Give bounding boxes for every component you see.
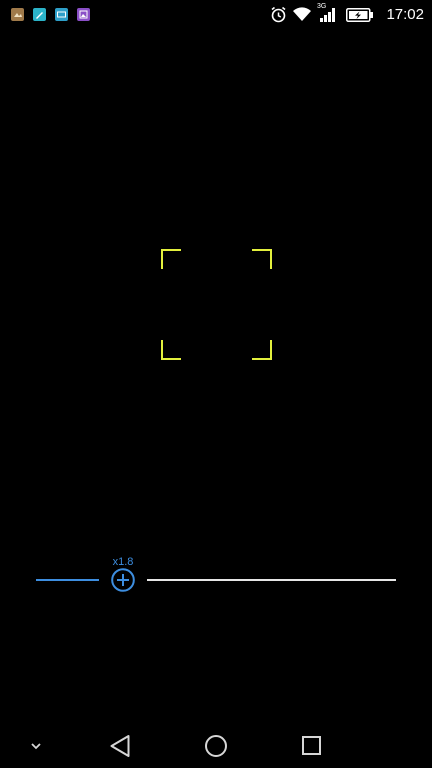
- recents-icon: [302, 736, 321, 755]
- zoom-track-filled: [36, 579, 99, 581]
- photo-app-icon: [11, 8, 24, 21]
- keyboard-app-icon: [55, 8, 68, 21]
- zoom-slider[interactable]: x1.8: [36, 556, 396, 596]
- signal-icon: [320, 8, 335, 22]
- home-icon: [205, 735, 227, 757]
- focus-frame-corner-bottom-left: [161, 340, 181, 360]
- navigation-bar: [0, 720, 432, 768]
- alarm-icon: [271, 6, 286, 23]
- focus-frame-corner-top-right: [252, 249, 272, 269]
- chevron-down-icon: [31, 743, 41, 750]
- zoom-in-icon[interactable]: [111, 568, 135, 592]
- hide-nav-button[interactable]: [12, 720, 60, 768]
- zoom-track[interactable]: [147, 579, 396, 581]
- recents-button[interactable]: [288, 720, 336, 768]
- edit-app-icon: [33, 8, 46, 21]
- battery-charging-icon: [346, 8, 373, 22]
- home-button[interactable]: [192, 720, 240, 768]
- wifi-icon: [293, 7, 311, 21]
- focus-frame: [161, 249, 272, 360]
- focus-frame-corner-bottom-right: [252, 340, 272, 360]
- status-clock: 17:02: [386, 6, 424, 23]
- focus-frame-corner-top-left: [161, 249, 181, 269]
- back-button[interactable]: [96, 720, 144, 768]
- back-icon: [110, 735, 130, 757]
- status-bar: 3G 17:02: [0, 0, 432, 30]
- gallery-app-icon: [77, 8, 90, 21]
